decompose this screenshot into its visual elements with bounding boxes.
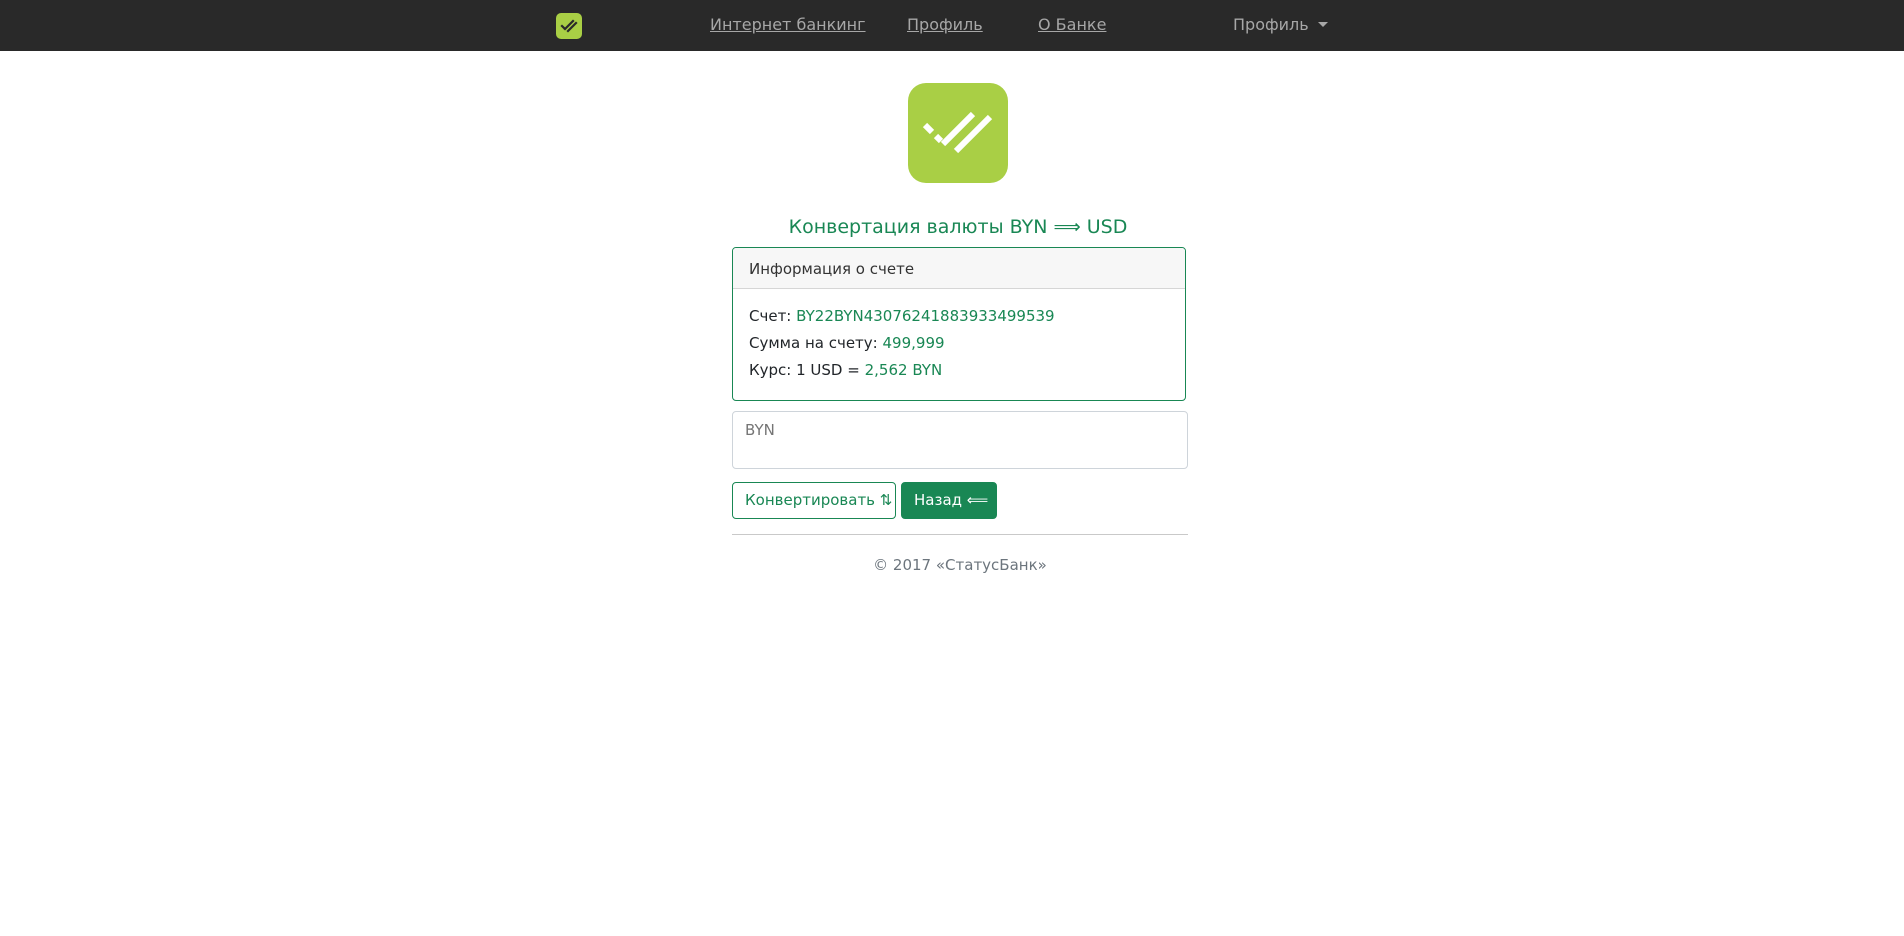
nav-link-internet-banking[interactable]: Интернет банкинг xyxy=(710,14,866,36)
rate-label: Курс: 1 USD = xyxy=(749,361,860,379)
bank-logo xyxy=(908,83,1008,183)
account-number: BY22BYN43076241883933499539 xyxy=(796,307,1055,325)
balance-label: Сумма на счету: xyxy=(749,334,878,352)
double-check-icon xyxy=(922,111,993,154)
nav-link-about-bank[interactable]: О Банке xyxy=(1038,14,1106,36)
profile-dropdown-label: Профиль xyxy=(1233,15,1309,34)
footer-divider xyxy=(732,534,1188,535)
nav-link-profile[interactable]: Профиль xyxy=(907,14,983,36)
amount-input[interactable] xyxy=(732,411,1188,469)
card-header: Информация о счете xyxy=(733,248,1185,289)
convert-button[interactable]: Конвертировать ⇅ xyxy=(732,482,896,519)
brand-logo[interactable] xyxy=(556,13,582,39)
page-title: Конвертация валюты BYN ⟹ USD xyxy=(788,216,1128,238)
top-navbar: Интернет банкинг Профиль О Банке Профиль xyxy=(0,0,1904,51)
caret-down-icon xyxy=(1317,22,1328,27)
account-info-card: Информация о счете Счет: BY22BYN43076241… xyxy=(732,247,1186,401)
back-button[interactable]: Назад ⟸ xyxy=(901,482,997,519)
account-row: Счет: BY22BYN43076241883933499539 xyxy=(749,303,1169,330)
account-label: Счет: xyxy=(749,307,792,325)
card-body: Счет: BY22BYN43076241883933499539 Сумма … xyxy=(733,289,1185,384)
profile-dropdown[interactable]: Профиль xyxy=(1233,14,1328,36)
footer-copyright: © 2017 «СтатусБанк» xyxy=(873,556,1047,574)
rate-value: 2,562 BYN xyxy=(864,361,943,379)
rate-row: Курс: 1 USD = 2,562 BYN xyxy=(749,357,1169,384)
balance-value: 499,999 xyxy=(882,334,945,352)
double-check-icon xyxy=(560,19,578,33)
balance-row: Сумма на счету: 499,999 xyxy=(749,330,1169,357)
